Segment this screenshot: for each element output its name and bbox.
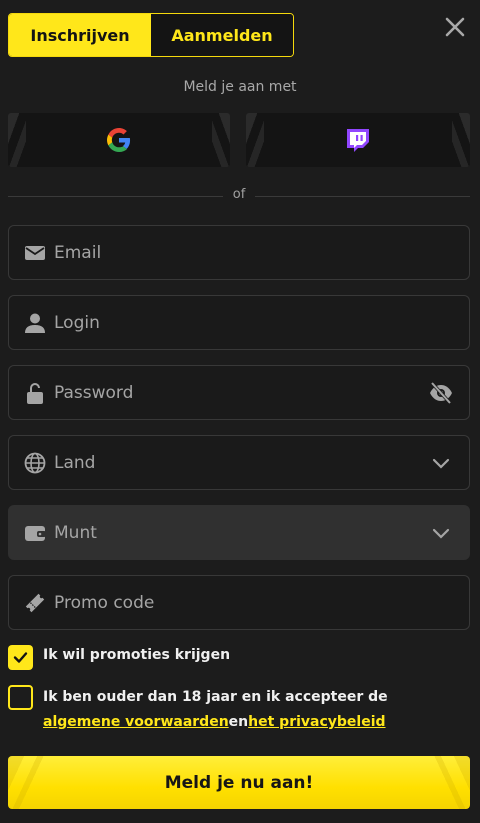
- checkmark-icon: [13, 652, 28, 663]
- password-field[interactable]: Password: [8, 365, 470, 420]
- age-terms-label: Ik ben ouder dan 18 jaar en ik accepteer…: [43, 689, 388, 705]
- tab-login[interactable]: Aanmelden: [151, 14, 293, 56]
- button-decoration: [246, 113, 264, 167]
- privacy-link[interactable]: het privacybeleid: [248, 714, 385, 730]
- promo-code-field[interactable]: Promo code: [8, 575, 470, 630]
- globe-icon: [24, 452, 46, 473]
- login-placeholder: Login: [54, 312, 100, 333]
- button-decoration: [212, 113, 230, 167]
- button-decoration: [8, 756, 48, 809]
- google-icon: [107, 128, 131, 152]
- country-placeholder: Land: [54, 452, 96, 473]
- age-terms-checkbox[interactable]: [8, 685, 33, 710]
- twitch-login-button[interactable]: [246, 113, 470, 167]
- button-decoration: [452, 113, 470, 167]
- user-icon: [25, 313, 45, 333]
- tab-register[interactable]: Inschrijven: [9, 14, 151, 56]
- chevron-down-icon: [432, 458, 450, 469]
- close-icon[interactable]: [444, 16, 466, 38]
- terms-links: algemene voorwaardenenhet privacybeleid: [43, 714, 386, 730]
- password-placeholder: Password: [54, 382, 134, 403]
- social-login-title: Meld je aan met: [183, 79, 297, 95]
- twitch-icon: [347, 129, 369, 152]
- terms-link[interactable]: algemene voorwaarden: [43, 714, 229, 730]
- currency-select[interactable]: Munt: [8, 505, 470, 560]
- wallet-icon: [25, 525, 46, 541]
- terms-connector: en: [228, 714, 249, 730]
- eye-off-icon[interactable]: [429, 381, 453, 405]
- promo-placeholder: Promo code: [54, 592, 155, 613]
- email-field[interactable]: Email: [8, 225, 470, 280]
- mail-icon: [25, 245, 45, 260]
- currency-placeholder: Munt: [54, 522, 97, 543]
- submit-button[interactable]: Meld je nu aan!: [8, 756, 470, 809]
- divider-text: of: [232, 187, 246, 202]
- button-decoration: [8, 113, 26, 167]
- ticket-icon: [25, 593, 45, 612]
- promotions-checkbox[interactable]: [8, 645, 33, 670]
- unlock-icon: [27, 382, 43, 404]
- email-placeholder: Email: [54, 242, 102, 263]
- promotions-label: Ik wil promoties krijgen: [43, 647, 231, 663]
- google-login-button[interactable]: [8, 113, 230, 167]
- button-decoration: [430, 756, 470, 809]
- login-field[interactable]: Login: [8, 295, 470, 350]
- country-select[interactable]: Land: [8, 435, 470, 490]
- auth-tabs: Inschrijven Aanmelden: [8, 13, 294, 57]
- submit-label: Meld je nu aan!: [164, 772, 314, 793]
- chevron-down-icon: [432, 528, 450, 539]
- divider: of: [8, 187, 470, 205]
